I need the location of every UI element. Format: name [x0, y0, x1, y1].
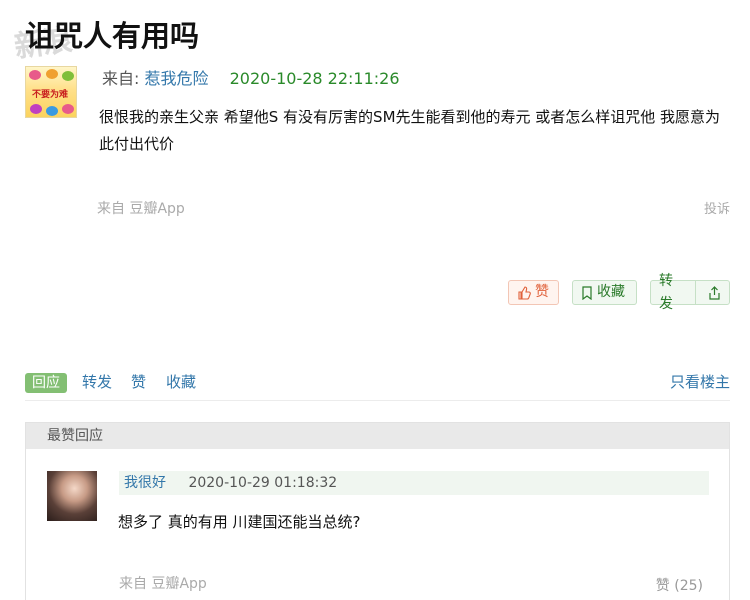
avatar-text: 不要为难	[32, 90, 69, 100]
post-source: 来自 豆瓣App	[97, 201, 185, 217]
author-avatar[interactable]: 不要为难	[25, 66, 77, 118]
reply-avatar[interactable]	[47, 471, 97, 521]
favorite-button[interactable]: 收藏	[572, 280, 637, 305]
top-replies-section: 最赞回应 我很好 2020-10-29 01:18:32 想多了 真的有用 川建…	[25, 422, 730, 600]
share-out-button[interactable]	[700, 281, 729, 304]
reply-user-link[interactable]: 我很好	[124, 475, 166, 491]
report-link[interactable]: 投诉	[704, 198, 730, 217]
only-op-link[interactable]: 只看楼主	[670, 372, 730, 392]
page-title: 诅咒人有用吗	[25, 19, 200, 53]
top-replies-header: 最赞回应	[26, 423, 729, 449]
tab-favorite[interactable]: 收藏	[166, 372, 196, 392]
reply-timestamp: 2020-10-29 01:18:32	[188, 475, 338, 491]
favorite-label: 收藏	[597, 284, 625, 300]
tab-share[interactable]: 转发	[82, 372, 112, 392]
share-button[interactable]: 转发	[651, 273, 696, 312]
post-content: 很恨我的亲生父亲 希望他S 有没有厉害的SM先生能看到他的寿元 或者怎么样诅咒他…	[99, 108, 721, 153]
reply-like-count[interactable]: 赞 (25)	[656, 575, 703, 595]
bookmark-icon	[581, 285, 593, 300]
tab-reply[interactable]: 回应	[25, 373, 67, 393]
share-icon	[708, 285, 721, 300]
share-button-group: 转发	[650, 273, 730, 312]
post-meta: 来自: 惹我危险 2020-10-28 22:11:26	[102, 68, 400, 90]
reply-source: 来自 豆瓣App	[119, 576, 207, 592]
from-label: 来自:	[102, 69, 140, 88]
reply-meta: 我很好 2020-10-29 01:18:32	[119, 471, 709, 495]
thumbs-up-icon	[517, 285, 531, 300]
like-button[interactable]: 赞	[508, 280, 559, 305]
like-label: 赞	[535, 284, 549, 300]
reply-content: 想多了 真的有用 川建国还能当总统?	[118, 513, 361, 531]
post-timestamp: 2020-10-28 22:11:26	[229, 69, 400, 88]
tab-like[interactable]: 赞	[131, 372, 146, 392]
author-link[interactable]: 惹我危险	[145, 69, 209, 88]
reply-tabs: 回应 转发 赞 收藏 只看楼主	[25, 372, 730, 401]
